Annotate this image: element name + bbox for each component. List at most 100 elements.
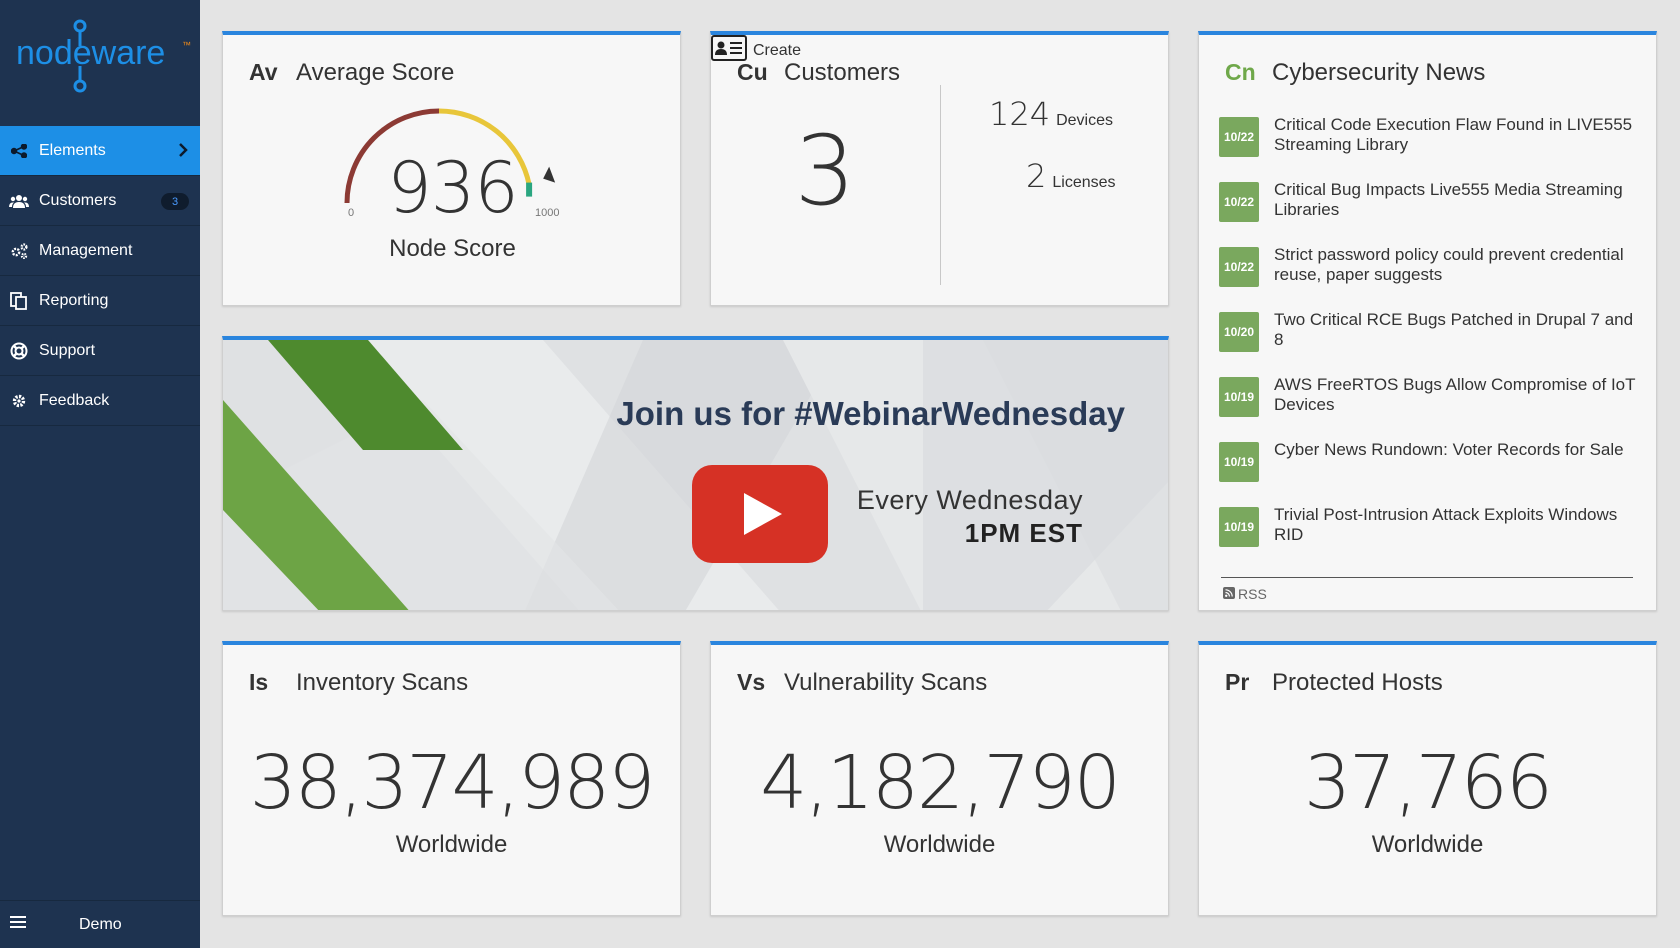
news-date-badge: 10/22 — [1219, 117, 1259, 157]
play-video-button[interactable] — [692, 465, 828, 563]
gauge-min-label: 0 — [348, 207, 355, 219]
card-title-text: Vulnerability Scans — [784, 669, 988, 696]
scope-label: Worldwide — [395, 831, 508, 858]
sidebar-item-customers[interactable]: Customers 3 — [0, 176, 200, 226]
news-date-badge: 10/19 — [1219, 442, 1259, 482]
news-item[interactable]: 10/19 Trivial Post-Intrusion Attack Expl… — [1219, 505, 1639, 570]
news-headline[interactable]: Critical Bug Impacts Live555 Media Strea… — [1274, 180, 1639, 220]
protected-hosts-value: 37,766 — [1304, 740, 1553, 826]
card-title: Cn Cybersecurity News — [1225, 59, 1485, 87]
sidebar-item-elements[interactable]: Elements — [0, 126, 200, 176]
news-headline[interactable]: Trivial Post-Intrusion Attack Exploits W… — [1274, 505, 1639, 545]
vulnerability-scans-card: Vs Vulnerability Scans 4,182,790 Worldwi… — [710, 641, 1169, 916]
sidebar-item-label: Support — [39, 341, 96, 359]
news-date-badge: 10/19 — [1219, 377, 1259, 417]
gauge-max-label: 1000 — [535, 207, 560, 219]
devices-stat[interactable]: 124 Devices — [989, 95, 1113, 133]
card-title: Cu Customers — [737, 59, 900, 87]
svg-text:™: ™ — [182, 40, 191, 50]
sidebar-item-label: Elements — [39, 141, 106, 159]
card-title: Is Inventory Scans — [249, 669, 468, 697]
node-score-value: 936 — [387, 147, 519, 229]
card-title-text: Cybersecurity News — [1272, 59, 1486, 86]
news-date-badge: 10/22 — [1219, 182, 1259, 222]
cybersecurity-news-card: Cn Cybersecurity News 10/22 Critical Cod… — [1198, 31, 1657, 611]
divider — [940, 85, 941, 285]
webinar-heading: Join us for #WebinarWednesday — [616, 395, 1125, 432]
sidebar-item-label: Management — [39, 241, 133, 259]
svg-text:nodeware: nodeware — [16, 34, 165, 72]
inventory-scans-value: 38,374,989 — [249, 740, 656, 826]
card-title: Pr Protected Hosts — [1225, 669, 1443, 697]
licenses-stat[interactable]: 2 Licenses — [1026, 157, 1116, 195]
news-item[interactable]: 10/20 Two Critical RCE Bugs Patched in D… — [1219, 310, 1639, 375]
news-date-badge: 10/19 — [1219, 507, 1259, 547]
news-date-badge: 10/22 — [1219, 247, 1259, 287]
card-title-text: Inventory Scans — [296, 669, 469, 696]
sidebar-item-management[interactable]: Management — [0, 226, 200, 276]
documents-icon — [9, 291, 29, 310]
create-label: Create — [753, 41, 802, 59]
customer-count: 3 — [794, 115, 856, 227]
divider — [1221, 577, 1633, 578]
card-abbr: Cu — [737, 59, 768, 85]
gear-icon — [9, 393, 29, 409]
users-icon — [9, 194, 29, 208]
news-item[interactable]: 10/22 Strict password policy could preve… — [1219, 245, 1639, 310]
average-score-card: Av Average Score 936 0 1000 Node Score — [222, 31, 681, 306]
sidebar-item-reporting[interactable]: Reporting — [0, 276, 200, 326]
account-name[interactable]: Demo — [79, 916, 122, 934]
sidebar: nodeware ™ Elements Customers 3 Manageme… — [0, 0, 200, 948]
news-list: 10/22 Critical Code Execution Flaw Found… — [1219, 115, 1639, 570]
card-abbr: Vs — [737, 669, 766, 695]
gauge-label: Node Score — [389, 235, 516, 262]
nodeware-logo[interactable]: nodeware ™ — [14, 16, 194, 100]
news-item[interactable]: 10/22 Critical Code Execution Flaw Found… — [1219, 115, 1639, 180]
share-icon — [9, 143, 29, 158]
scope-label: Worldwide — [883, 831, 996, 858]
news-headline[interactable]: Strict password policy could prevent cre… — [1274, 245, 1639, 285]
inventory-scans-card: Is Inventory Scans 38,374,989 Worldwide — [222, 641, 681, 916]
customers-count-badge: 3 — [161, 193, 189, 210]
card-title-text: Customers — [784, 59, 901, 86]
rss-link[interactable]: RSS — [1223, 586, 1267, 602]
card-title-text: Average Score — [296, 59, 455, 86]
sidebar-item-feedback[interactable]: Feedback — [0, 376, 200, 426]
sidebar-item-label: Feedback — [39, 391, 110, 409]
chevron-right-icon — [178, 142, 188, 163]
news-headline[interactable]: Two Critical RCE Bugs Patched in Drupal … — [1274, 310, 1639, 350]
card-abbr: Av — [249, 59, 278, 85]
rss-label: RSS — [1238, 586, 1267, 602]
scope-label: Worldwide — [1371, 831, 1484, 858]
devices-count: 124 — [989, 95, 1051, 133]
card-title-text: Protected Hosts — [1272, 669, 1443, 696]
news-headline[interactable]: Cyber News Rundown: Voter Records for Sa… — [1274, 440, 1624, 460]
sidebar-item-label: Customers — [39, 191, 117, 209]
gears-icon — [9, 242, 29, 259]
protected-hosts-card: Pr Protected Hosts 37,766 Worldwide — [1198, 641, 1657, 916]
customers-card: Cu Customers 3 124 Devices 2 Licenses Cr… — [710, 31, 1169, 306]
devices-label: Devices — [1056, 112, 1113, 129]
news-item[interactable]: 10/19 Cyber News Rundown: Voter Records … — [1219, 440, 1639, 505]
rss-icon — [1223, 586, 1235, 602]
card-abbr: Is — [249, 669, 269, 695]
sidebar-item-label: Reporting — [39, 291, 109, 309]
news-headline[interactable]: Critical Code Execution Flaw Found in LI… — [1274, 115, 1639, 155]
news-item[interactable]: 10/19 AWS FreeRTOS Bugs Allow Compromise… — [1219, 375, 1639, 440]
webinar-time: 1PM EST — [964, 518, 1083, 548]
news-headline[interactable]: AWS FreeRTOS Bugs Allow Compromise of Io… — [1274, 375, 1639, 415]
news-item[interactable]: 10/22 Critical Bug Impacts Live555 Media… — [1219, 180, 1639, 245]
sidebar-item-support[interactable]: Support — [0, 326, 200, 376]
card-abbr: Cn — [1225, 59, 1256, 85]
hamburger-menu-icon[interactable] — [10, 915, 26, 934]
card-abbr: Pr — [1225, 669, 1250, 695]
webinar-day: Every Wednesday — [856, 485, 1083, 515]
news-date-badge: 10/20 — [1219, 312, 1259, 352]
sidebar-footer: Demo — [0, 900, 200, 948]
licenses-label: Licenses — [1052, 174, 1116, 191]
card-title: Av Average Score — [249, 59, 454, 87]
card-title: Vs Vulnerability Scans — [737, 669, 987, 697]
vulnerability-scans-value: 4,182,790 — [760, 740, 1121, 826]
webinar-banner[interactable]: Join us for #WebinarWednesday Every Wedn… — [222, 336, 1169, 611]
sidebar-nav: Elements Customers 3 Management Reportin… — [0, 126, 200, 426]
